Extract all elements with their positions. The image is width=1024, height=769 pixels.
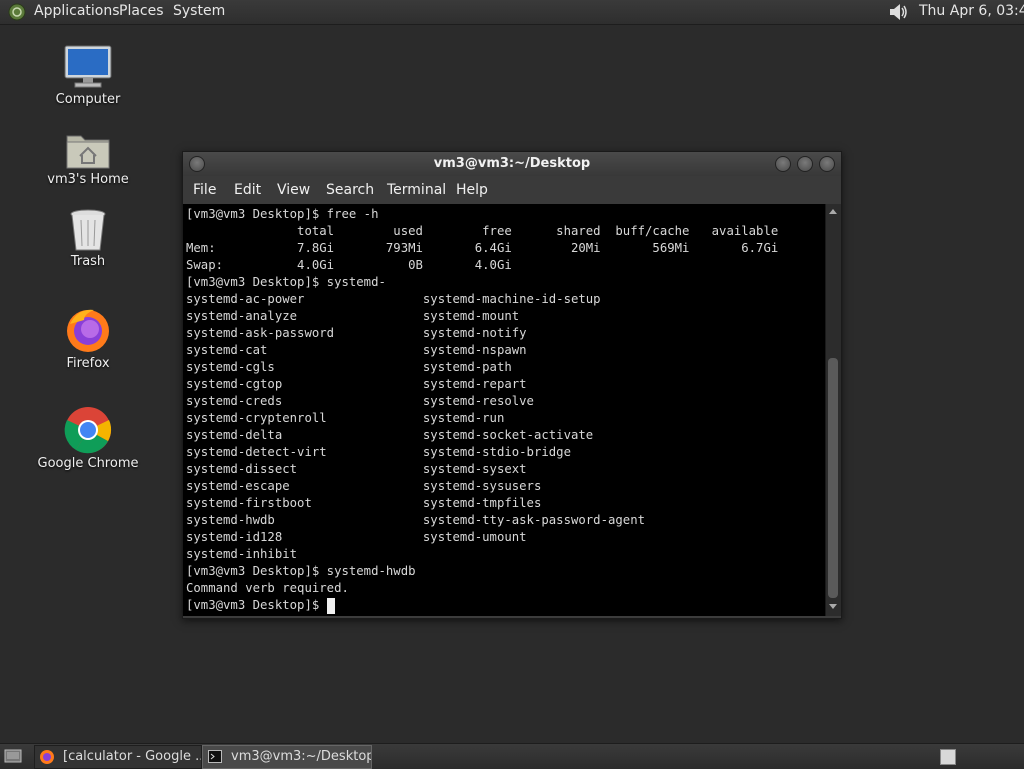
show-desktop-icon[interactable]	[4, 748, 22, 764]
firefox-icon	[40, 750, 54, 764]
terminal-window: vm3@vm3:~/Desktop File Edit View Search …	[182, 151, 842, 619]
terminal-line: systemd-delta systemd-socket-activate	[186, 428, 594, 442]
terminal-output[interactable]: [vm3@vm3 Desktop]$ free -h total used fr…	[183, 204, 825, 616]
terminal-line: systemd-cryptenroll systemd-run	[186, 411, 505, 425]
places-menu[interactable]: Places	[119, 3, 164, 19]
top-panel: Applications Places System Thu Apr 6, 03…	[0, 0, 1024, 25]
chrome-icon	[64, 407, 112, 454]
terminal-line: systemd-escape systemd-sysusers	[186, 479, 542, 493]
minimize-button[interactable]	[775, 156, 791, 172]
taskbar-item-label: vm3@vm3:~/Desktop	[231, 749, 372, 764]
firefox-icon	[67, 309, 109, 352]
terminal-icon	[208, 750, 222, 763]
menu-edit[interactable]: Edit	[234, 182, 261, 198]
taskbar-item[interactable]: [calculator - Google ...	[34, 745, 202, 769]
terminal-line: systemd-creds systemd-resolve	[186, 394, 534, 408]
system-menu[interactable]: System	[173, 3, 225, 19]
terminal-line: systemd-inhibit	[186, 547, 298, 561]
terminal-line: [vm3@vm3 Desktop]$ systemd-	[186, 275, 386, 289]
taskbar-item-active[interactable]: vm3@vm3:~/Desktop	[202, 745, 372, 769]
terminal-line: systemd-ask-password systemd-notify	[186, 326, 527, 340]
volume-icon[interactable]	[887, 2, 909, 22]
bottom-panel: [calculator - Google ... vm3@vm3:~/Deskt…	[0, 743, 1024, 769]
terminal-line: total used free shared buff/cache availa…	[186, 224, 779, 238]
computer-icon	[64, 45, 112, 88]
applications-menu[interactable]: Applications	[34, 3, 120, 19]
taskbar-item-label: [calculator - Google ...	[63, 749, 202, 764]
terminal-line: systemd-cgls systemd-path	[186, 360, 512, 374]
desktop-icon-home[interactable]: vm3's Home	[28, 128, 148, 187]
terminal-line: systemd-hwdb systemd-tty-ask-password-ag…	[186, 513, 646, 527]
desktop-icon-label: Computer	[55, 92, 121, 107]
scrollbar-thumb[interactable]	[828, 358, 838, 598]
terminal-line: systemd-analyze systemd-mount	[186, 309, 520, 323]
workspace-switcher[interactable]	[940, 749, 956, 765]
menu-search[interactable]: Search	[326, 182, 374, 198]
terminal-cursor	[326, 598, 335, 614]
terminal-line: Mem: 7.8Gi 793Mi 6.4Gi 20Mi 569Mi 6.7Gi	[186, 241, 779, 255]
terminal-line: systemd-cgtop systemd-repart	[186, 377, 527, 391]
trash-icon	[70, 209, 106, 251]
desktop-icon-trash[interactable]: Trash	[28, 208, 148, 269]
menu-file[interactable]: File	[193, 182, 216, 198]
terminal-line: systemd-ac-power systemd-machine-id-setu…	[186, 292, 601, 306]
desktop-icon-label: Firefox	[66, 356, 110, 371]
terminal-line: Command verb required.	[186, 581, 349, 595]
terminal-menubar: File Edit View Search Terminal Help	[183, 176, 841, 204]
window-titlebar[interactable]: vm3@vm3:~/Desktop	[183, 152, 841, 176]
menu-help[interactable]: Help	[456, 182, 488, 198]
maximize-button[interactable]	[797, 156, 813, 172]
desktop-icon-label: Trash	[70, 254, 106, 269]
clock[interactable]: Thu Apr 6, 03:42	[919, 3, 1024, 19]
terminal-line: [vm3@vm3 Desktop]$	[186, 598, 327, 612]
menu-terminal[interactable]: Terminal	[387, 182, 446, 198]
scroll-up-arrow[interactable]	[829, 209, 837, 214]
desktop-icon-firefox[interactable]: Firefox	[28, 306, 148, 371]
distro-logo-icon[interactable]	[8, 3, 26, 21]
terminal-line: systemd-firstboot systemd-tmpfiles	[186, 496, 542, 510]
desktop-icon-label: Google Chrome	[37, 456, 139, 471]
terminal-line: systemd-dissect systemd-sysext	[186, 462, 527, 476]
close-button[interactable]	[819, 156, 835, 172]
terminal-line: systemd-detect-virt systemd-stdio-bridge	[186, 445, 571, 459]
menu-view[interactable]: View	[277, 182, 310, 198]
desktop-icon-label: vm3's Home	[47, 172, 129, 187]
desktop-icon-chrome[interactable]: Google Chrome	[28, 406, 148, 471]
terminal-line: [vm3@vm3 Desktop]$ free -h	[186, 207, 379, 221]
terminal-scrollbar[interactable]	[825, 204, 841, 616]
terminal-line: Swap: 4.0Gi 0B 4.0Gi	[186, 258, 512, 272]
desktop-icon-computer[interactable]: Computer	[28, 44, 148, 107]
scroll-down-arrow[interactable]	[829, 604, 837, 609]
window-title: vm3@vm3:~/Desktop	[433, 156, 591, 171]
home-folder-icon	[66, 135, 110, 169]
terminal-line: systemd-id128 systemd-umount	[186, 530, 527, 544]
terminal-line: [vm3@vm3 Desktop]$ systemd-hwdb	[186, 564, 416, 578]
terminal-line: systemd-cat systemd-nspawn	[186, 343, 527, 357]
